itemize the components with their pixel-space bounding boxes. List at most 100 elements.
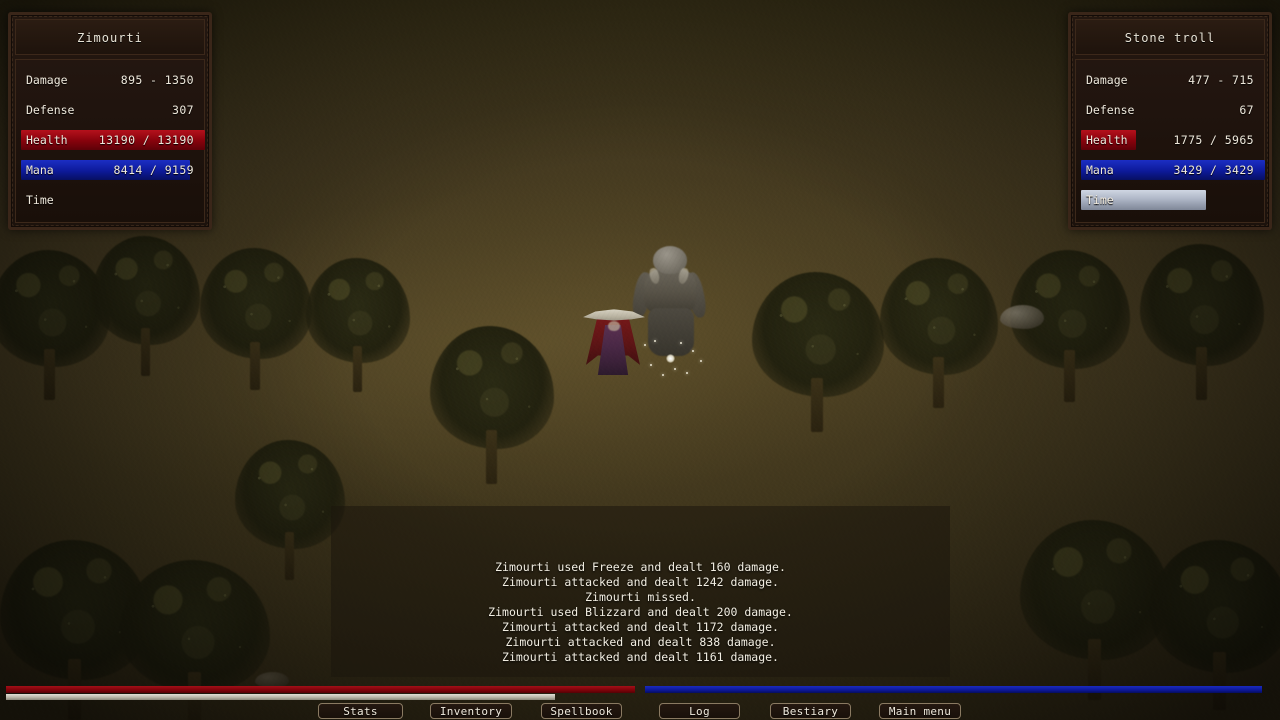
tree (752, 272, 884, 432)
troll-left-arm (630, 270, 654, 320)
troll-tusk (648, 267, 661, 285)
tree-specks (752, 272, 884, 400)
troll-right-arm (683, 270, 709, 320)
tree (1020, 520, 1170, 700)
tree-trunk (44, 349, 55, 400)
tree-crown (0, 540, 150, 681)
spark (686, 372, 688, 374)
stat-value: 67 (1239, 103, 1254, 117)
player-sprite-zimourti[interactable] (583, 303, 645, 375)
tree-specks (0, 250, 110, 370)
tree (0, 250, 110, 400)
stat-row-health: Health 13190 / 13190 (16, 125, 205, 155)
stat-label: Damage (26, 73, 68, 87)
stat-row-time: Time (16, 185, 204, 215)
stat-value: 307 (172, 103, 194, 117)
tree-crown (92, 236, 200, 346)
tree (430, 326, 554, 484)
stat-row-defense: Defense 307 (16, 95, 204, 125)
tree (235, 440, 345, 580)
stat-label: Time (26, 193, 54, 207)
stat-value: 477 - 715 (1188, 73, 1254, 87)
stats-button[interactable]: Stats (318, 703, 403, 719)
tree-crown (200, 248, 312, 359)
tree-trunk (1195, 346, 1207, 400)
bottom-status-bars (0, 683, 1280, 703)
spark (644, 344, 646, 346)
combat-log-panel[interactable]: Zimourti used Freeze and dealt 160 damag… (331, 506, 950, 677)
tree-trunk (250, 341, 261, 390)
stat-value: 13190 / 13190 (98, 133, 194, 147)
tree-crown (1020, 520, 1170, 661)
tree (306, 258, 410, 392)
spark (692, 350, 694, 352)
global-health-bar (6, 686, 635, 693)
inventory-button[interactable]: Inventory (430, 703, 512, 719)
stat-label: Mana (26, 163, 54, 177)
spark (650, 364, 652, 366)
tree-crown (880, 258, 998, 375)
tree-specks (92, 236, 200, 348)
bestiary-button[interactable]: Bestiary (770, 703, 851, 719)
tree-specks (880, 258, 998, 378)
stat-label: Time (1086, 193, 1114, 207)
log-button[interactable]: Log (659, 703, 740, 719)
combat-log-line: Zimourti attacked and dealt 1172 damage. (502, 620, 779, 634)
tree (1140, 244, 1264, 400)
spell-effect-sparkles (640, 338, 710, 384)
global-mana-bar (645, 686, 1262, 693)
tree (880, 258, 998, 408)
stat-label: Defense (1086, 103, 1135, 117)
tree-crown (430, 326, 554, 450)
troll-head (653, 246, 687, 274)
enemy-name-title: Stone troll (1075, 19, 1265, 55)
main-menu-button[interactable]: Main menu (879, 703, 961, 719)
stat-value: 8414 / 9159 (113, 163, 194, 177)
tree-specks (120, 560, 270, 696)
tree-trunk (933, 357, 944, 408)
spark (674, 368, 676, 370)
tree-crown (306, 258, 410, 363)
combat-log-line: Zimourti attacked and dealt 1242 damage. (502, 575, 779, 589)
spell-core-glow (666, 354, 675, 363)
global-time-bar (6, 694, 555, 700)
tree-crown (752, 272, 884, 397)
rock (1000, 305, 1044, 329)
player-stats-panel: Zimourti Damage 895 - 1350 Defense 307 H… (8, 12, 212, 230)
stat-label: Damage (1086, 73, 1128, 87)
tree-specks (306, 258, 410, 366)
tree-trunk (485, 430, 497, 484)
spark (662, 374, 664, 376)
troll-legs (648, 308, 694, 356)
tree-crown (0, 250, 110, 367)
tree-trunk (140, 328, 151, 376)
tree-specks (430, 326, 554, 453)
combat-log-line: Zimourti attacked and dealt 1161 damage. (502, 650, 779, 664)
stat-value: 3429 / 3429 (1173, 163, 1254, 177)
tree (92, 236, 200, 376)
main-menu-bar: Stats Inventory Spellbook Log Bestiary M… (0, 703, 1280, 720)
stat-value: 1775 / 5965 (1173, 133, 1254, 147)
enemy-sprite-stone-troll[interactable] (630, 246, 709, 370)
tree (200, 248, 312, 390)
mage-hat (583, 309, 645, 321)
spark (680, 342, 682, 344)
stat-row-health: Health 1775 / 5965 (1076, 125, 1264, 155)
mage-face (608, 321, 620, 331)
tree-trunk (284, 532, 295, 580)
troll-torso (644, 268, 696, 314)
stat-value: 895 - 1350 (120, 73, 194, 87)
tree-specks (1020, 520, 1170, 664)
spellbook-button[interactable]: Spellbook (541, 703, 622, 719)
tree-crown (120, 560, 270, 693)
stat-row-damage: Damage 477 - 715 (1076, 65, 1264, 95)
spark (654, 340, 656, 342)
stat-row-mana: Mana 3429 / 3429 (1076, 155, 1265, 185)
tree-trunk (1064, 350, 1075, 402)
tree-specks (1010, 250, 1130, 372)
tree-specks (235, 440, 345, 552)
enemy-stats-panel: Stone troll Damage 477 - 715 Defense 67 … (1068, 12, 1272, 230)
tree-crown (235, 440, 345, 550)
tree-crown (1150, 540, 1280, 673)
tree-specks (0, 540, 150, 684)
